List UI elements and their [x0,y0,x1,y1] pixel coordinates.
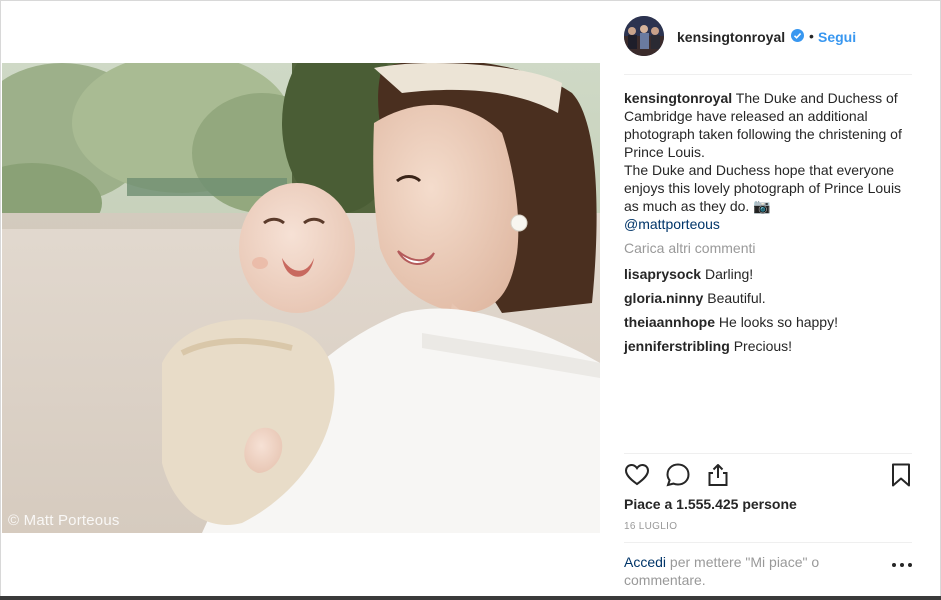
comment-username[interactable]: lisaprysock [624,266,701,282]
comments-list: lisaprysock Darling! gloria.ninny Beauti… [624,265,912,361]
actions-divider [624,453,912,454]
post-photo[interactable]: © Matt Porteous [2,63,600,533]
login-prompt: Accedi per mettere "Mi piace" o commenta… [624,553,874,589]
caption-text-2: The Duke and Duchess hope that everyone … [624,162,902,214]
verified-badge-icon [791,29,804,42]
comment-item: theiaannhope He looks so happy! [624,313,912,337]
photo-illustration [2,63,600,533]
comment-username[interactable]: theiaannhope [624,314,715,330]
header-separator: • [809,28,814,44]
post-date[interactable]: 16 LUGLIO [624,521,677,532]
heart-icon[interactable] [624,462,650,488]
post-panel: kensingtonroyal • Segui kensingtonroyal … [624,0,914,600]
comment-username[interactable]: jenniferstribling [624,338,730,354]
footer-divider [624,542,912,543]
comment-text: Beautiful. [707,290,766,306]
login-link[interactable]: Accedi [624,554,666,570]
comment-item: lisaprysock Darling! [624,265,912,289]
follow-button[interactable]: Segui [818,29,856,45]
post-author-username[interactable]: kensingtonroyal [677,29,785,45]
comment-item: gloria.ninny Beautiful. [624,289,912,313]
photo-watermark: © Matt Porteous [8,512,120,529]
post-header: kensingtonroyal • Segui [624,16,912,56]
share-icon[interactable] [705,462,731,488]
more-options-icon[interactable] [891,560,913,570]
post-caption: kensingtonroyal The Duke and Duchess of … [624,89,912,233]
comment-item: jenniferstribling Precious! [624,337,912,361]
bottom-edge [0,596,941,600]
comment-text: He looks so happy! [718,314,838,330]
header-divider [624,74,912,75]
likes-count[interactable]: Piace a 1.555.425 persone [624,496,797,512]
caption-username[interactable]: kensingtonroyal [624,90,732,106]
comment-text: Precious! [733,338,793,354]
comment-username[interactable]: gloria.ninny [624,290,703,306]
caption-mention-link[interactable]: @mattporteous [624,216,720,232]
load-more-comments-button[interactable]: Carica altri commenti [624,240,755,256]
comment-icon[interactable] [665,462,691,488]
post-actions [624,462,912,488]
bookmark-icon[interactable] [888,462,914,488]
comment-text: Darling! [704,266,754,282]
avatar[interactable] [624,16,664,56]
